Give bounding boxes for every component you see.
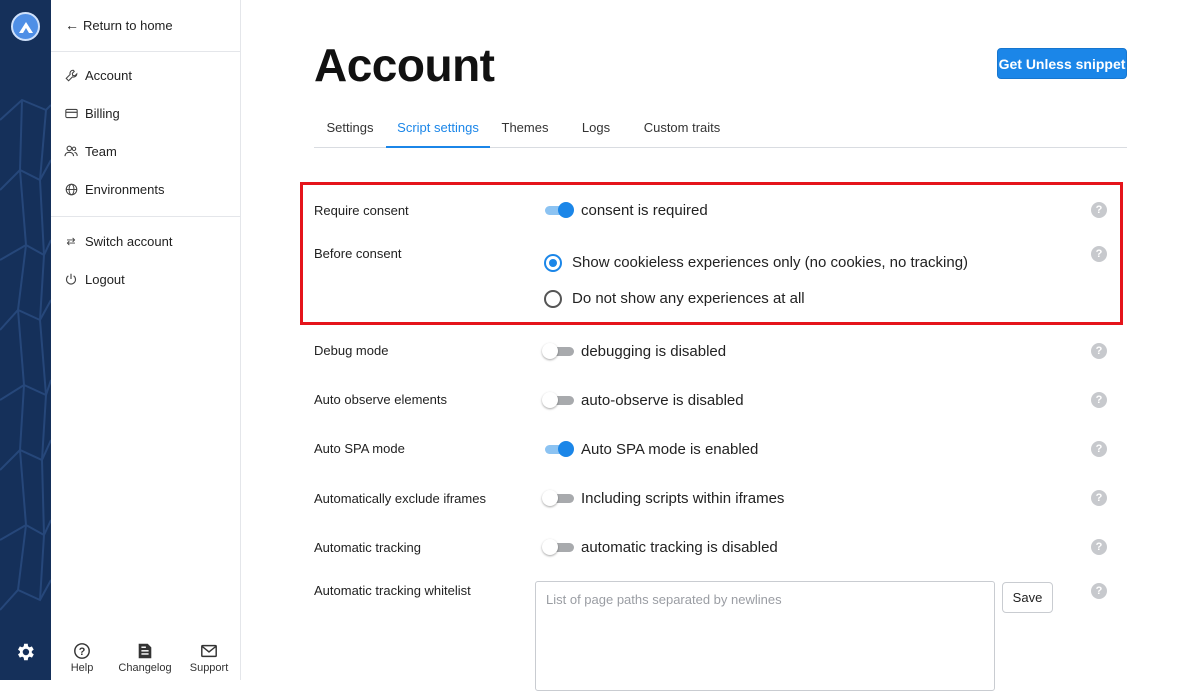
exclude-iframes-label: Automatically exclude iframes [314,491,486,506]
page-title: Account [314,39,495,91]
sidebar: ← Return to home Account Billing Team En… [51,0,241,680]
help-icon[interactable]: ? [1091,539,1107,555]
radio-no-experiences[interactable] [544,290,562,308]
help-icon[interactable]: ? [1091,202,1107,218]
arrow-left-icon: ← [65,17,79,33]
auto-spa-value: Auto SPA mode is enabled [581,441,759,458]
changelog-label: Changelog [118,662,172,674]
changelog-icon [138,643,152,659]
mail-icon [201,644,217,658]
sidebar-divider [51,216,241,217]
require-consent-label: Require consent [314,203,409,218]
sidebar-item-logout[interactable]: Logout [64,269,125,289]
tab-logs[interactable]: Logs [566,110,626,147]
sidebar-item-billing[interactable]: Billing [64,103,120,123]
return-to-home-label: Return to home [83,17,173,33]
support-label: Support [189,662,229,674]
team-icon [64,144,78,158]
tab-script-settings[interactable]: Script settings [386,110,490,148]
get-snippet-button[interactable]: Get Unless snippet [997,48,1127,79]
help-icon[interactable]: ? [1091,490,1107,506]
auto-spa-toggle[interactable] [544,441,574,457]
exclude-iframes-toggle[interactable] [542,490,574,506]
auto-spa-label: Auto SPA mode [314,441,405,456]
rail-pattern [0,98,51,611]
sidebar-item-switch-account[interactable]: ⇄ Switch account [64,231,172,251]
sidebar-item-environments[interactable]: Environments [64,179,164,199]
help-icon[interactable]: ? [1091,343,1107,359]
help-icon[interactable]: ? [1091,441,1107,457]
help-icon[interactable]: ? [1091,583,1107,599]
help-label: Help [70,662,94,674]
exclude-iframes-value: Including scripts within iframes [581,490,785,507]
tab-settings[interactable]: Settings [314,110,386,147]
changelog-link[interactable]: Changelog [115,642,175,674]
tracking-whitelist-input[interactable] [535,581,995,691]
tab-custom-traits[interactable]: Custom traits [634,110,730,147]
debug-mode-toggle[interactable] [542,343,574,359]
return-to-home-link[interactable]: ← Return to home [65,17,173,33]
sidebar-item-label: Billing [85,105,120,121]
wrench-icon [64,68,78,82]
app-rail [0,0,51,680]
sidebar-item-label: Logout [85,271,125,287]
svg-text:?: ? [79,646,86,658]
tracking-whitelist-label: Automatic tracking whitelist [314,583,471,598]
help-icon[interactable]: ? [1091,392,1107,408]
auto-observe-label: Auto observe elements [314,392,447,407]
globe-icon [64,182,78,196]
save-button[interactable]: Save [1002,582,1053,613]
sidebar-item-label: Environments [85,181,165,197]
logo-mark-icon [18,21,33,33]
debug-mode-label: Debug mode [314,343,389,358]
sidebar-divider [51,51,241,52]
sidebar-item-account[interactable]: Account [64,65,132,85]
sidebar-item-label: Account [85,67,132,83]
auto-observe-value: auto-observe is disabled [581,392,744,409]
sidebar-item-label: Team [85,143,117,159]
require-consent-value: consent is required [581,202,708,219]
sidebar-item-label: Switch account [85,233,173,249]
auto-tracking-value: automatic tracking is disabled [581,539,778,556]
help-icon: ? [74,643,90,659]
radio-no-experiences-label: Do not show any experiences at all [572,290,805,307]
support-link[interactable]: Support [179,642,239,674]
credit-card-icon [64,106,78,120]
help-link[interactable]: ? Help [52,642,112,674]
tab-bar: Settings Script settings Themes Logs Cus… [314,110,1127,148]
radio-cookieless-only-label: Show cookieless experiences only (no coo… [572,254,969,271]
before-consent-label: Before consent [314,246,402,261]
app-logo[interactable] [11,12,40,41]
debug-mode-value: debugging is disabled [581,343,727,360]
auto-tracking-label: Automatic tracking [314,540,421,555]
require-consent-toggle[interactable] [544,202,574,218]
help-icon[interactable]: ? [1091,246,1107,262]
auto-tracking-toggle[interactable] [542,539,574,555]
gear-icon[interactable] [14,641,36,663]
switch-icon: ⇄ [66,235,76,248]
power-icon [64,272,78,286]
radio-cookieless-only[interactable] [544,254,562,272]
sidebar-item-team[interactable]: Team [64,141,117,161]
tab-themes[interactable]: Themes [490,110,560,147]
auto-observe-toggle[interactable] [542,392,574,408]
